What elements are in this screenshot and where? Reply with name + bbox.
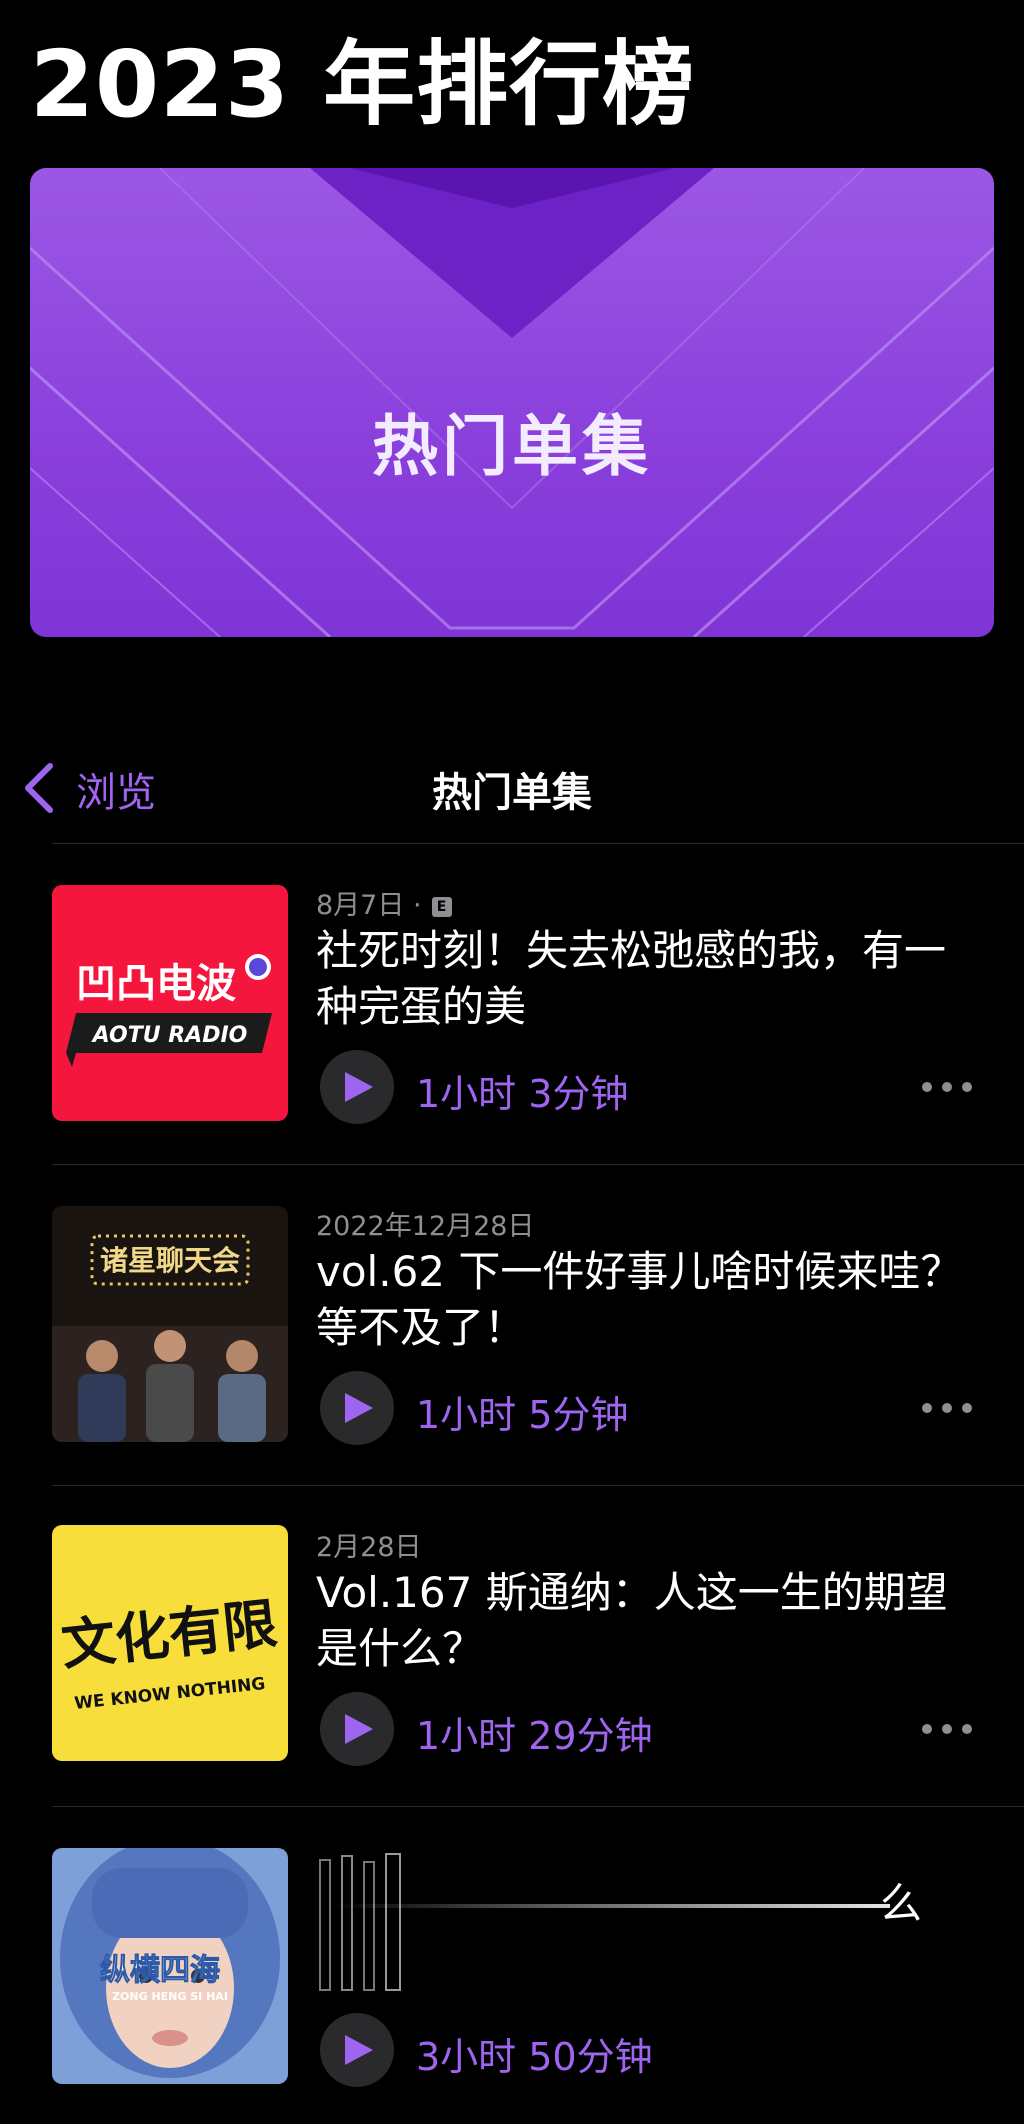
- navigation-bar: 浏览 热门单集: [0, 746, 1024, 826]
- podcast-artwork-zhuxing: 诸星聊天会: [52, 1206, 288, 1442]
- art-label: 文化有限: [58, 1592, 279, 1677]
- glitch-placeholder: [316, 1850, 426, 2000]
- podcast-artwork-zongheng-sihai: 纵横四海 ZONG HENG SI HAI: [52, 1848, 288, 2084]
- episode-row[interactable]: 纵横四海 ZONG HENG SI HAI 么 3小时 50分钟: [0, 1806, 1024, 2124]
- art-sublabel: AOTU RADIO: [91, 1023, 248, 1048]
- nav-title: 热门单集: [432, 770, 592, 816]
- art-sublabel: WE KNOW NOTHING: [73, 1674, 266, 1714]
- play-icon: [345, 1393, 373, 1423]
- more-icon[interactable]: [922, 1080, 972, 1094]
- episode-title[interactable]: Vol.167 斯通纳：人这一生的期望是什么？: [316, 1565, 976, 1677]
- banner-title: 热门单集: [372, 408, 652, 485]
- podcast-artwork-aotu-radio: 凹凸电波 AOTU RADIO: [52, 885, 288, 1121]
- episode-duration: 3小时 50分钟: [416, 2035, 653, 2079]
- explicit-badge: E: [431, 896, 452, 917]
- play-button[interactable]: [320, 2013, 394, 2087]
- play-button[interactable]: [320, 1371, 394, 1445]
- episode-title[interactable]: vol.62 下一件好事儿啥时候来哇？等不及了！: [316, 1244, 976, 1356]
- podcast-artwork-wenhua-youxian: 文化有限 WE KNOW NOTHING: [52, 1525, 288, 1761]
- episode-row[interactable]: 文化有限 WE KNOW NOTHING 2月28日 Vol.167 斯通纳：人…: [0, 1485, 1024, 1803]
- art-label: 诸星聊天会: [100, 1244, 240, 1277]
- play-icon: [345, 2035, 373, 2065]
- episode-duration: 1小时 3分钟: [416, 1072, 629, 1116]
- episode-title[interactable]: 社死时刻！失去松弛感的我，有一种完蛋的美: [316, 923, 976, 1035]
- hot-episodes-banner[interactable]: 热门单集: [30, 168, 994, 637]
- episode-date: 2022年12月28日: [316, 1211, 535, 1242]
- art-label: 凹凸电波: [76, 961, 236, 1007]
- episode-duration: 1小时 29分钟: [416, 1714, 653, 1758]
- art-sublabel: ZONG HENG SI HAI: [112, 1990, 228, 2003]
- play-icon: [345, 1714, 373, 1744]
- play-icon: [345, 1072, 373, 1102]
- more-icon[interactable]: [922, 1722, 972, 1736]
- art-label: 纵横四海: [100, 1953, 220, 1988]
- episode-date: 2月28日: [316, 1532, 422, 1563]
- episode-row[interactable]: 诸星聊天会 2022年12月28日 vol.62 下一件好事儿啥时候来哇？等不及…: [0, 1164, 1024, 1482]
- play-button[interactable]: [320, 1050, 394, 1124]
- page-title: 2023 年排行榜: [30, 31, 696, 138]
- episode-row[interactable]: 凹凸电波 AOTU RADIO 8月7日 · E 社死时刻！失去松弛感的我，有一种…: [0, 843, 1024, 1161]
- episode-duration: 1小时 5分钟: [416, 1393, 629, 1437]
- more-icon[interactable]: [922, 1401, 972, 1415]
- glitch-line: [330, 1904, 890, 1908]
- episode-title[interactable]: 么: [880, 1876, 960, 1932]
- play-button[interactable]: [320, 1692, 394, 1766]
- episode-date: 8月7日 · E: [316, 883, 452, 922]
